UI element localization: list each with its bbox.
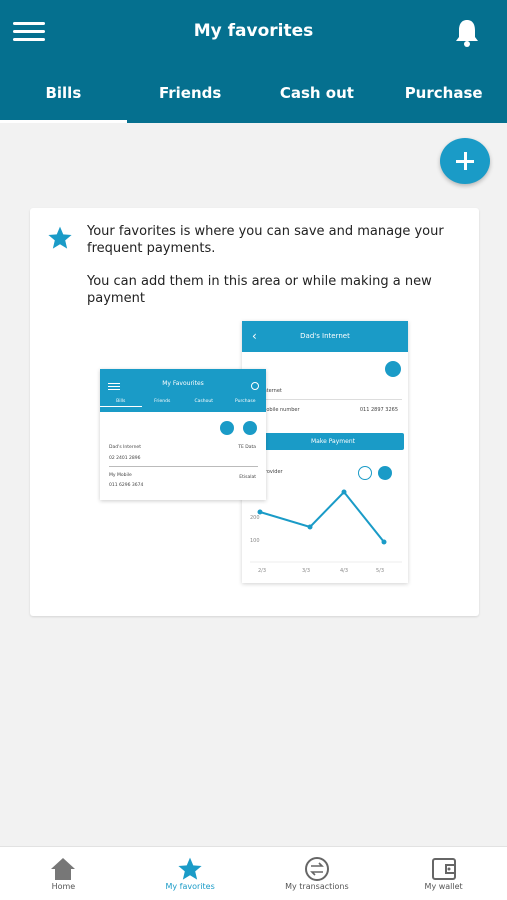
favorites-illustration: ‹ Dad's Internet Internet Mobile number … [100, 321, 410, 586]
illustration-item-number: 011 6296 3674 [109, 483, 144, 488]
y-tick: 100 [250, 538, 260, 544]
illustration-make-payment: Make Payment [262, 433, 404, 450]
nav-my-transactions[interactable]: My transactions [254, 847, 381, 900]
app-header: My favorites Bills Friends Cash out Purc… [0, 0, 507, 123]
divider [109, 466, 258, 467]
chart-icon [378, 466, 392, 480]
home-icon [51, 858, 76, 880]
illustration-row-value: 011 2897 3265 [359, 407, 398, 413]
tab-cash-out[interactable]: Cash out [254, 70, 381, 123]
illustration-item-provider: Etisalat [239, 475, 256, 480]
notification-bell-icon[interactable] [453, 18, 481, 48]
x-tick: 3/3 [302, 568, 310, 574]
nav-my-favorites[interactable]: My favorites [127, 847, 254, 900]
page-title: My favorites [193, 21, 314, 41]
illustration-tab: Purchase [235, 399, 256, 404]
star-icon [48, 226, 72, 249]
bottom-navigation: Home My favorites My transactions My wal… [0, 846, 507, 900]
illustration-tab: Cashout [194, 399, 213, 404]
wallet-icon [431, 858, 456, 880]
transfer-icon [304, 857, 329, 881]
nav-my-wallet[interactable]: My wallet [380, 847, 507, 900]
tab-bills[interactable]: Bills [0, 70, 127, 123]
illustration-favorites-title: My Favourites [162, 380, 204, 387]
x-tick: 5/3 [376, 568, 384, 574]
illustration-item-number: 02 2401 2896 [109, 456, 141, 461]
info-text: Your favorites is where you can save and… [87, 223, 467, 323]
illustration-item-provider: TE Data [238, 445, 256, 450]
notification-bell-icon [251, 382, 259, 390]
illustration-row: Mobile number [262, 407, 300, 413]
illustration-detail-title: Dad's Internet [300, 332, 350, 340]
edit-icon [385, 361, 401, 377]
nav-home[interactable]: Home [0, 847, 127, 900]
star-icon [178, 857, 202, 880]
divider [262, 399, 402, 400]
info-paragraph: You can add them in this area or while m… [87, 274, 432, 306]
nav-label: My favorites [165, 882, 215, 891]
illustration-tab: Bills [100, 399, 142, 407]
back-chevron-icon: ‹ [252, 329, 257, 343]
illustration-detail-header: ‹ Dad's Internet [242, 321, 408, 352]
nav-label: Home [51, 882, 76, 891]
x-tick: 2/3 [258, 568, 266, 574]
illustration-favorites-header: My Favourites Bills Friends Cashout Purc… [100, 369, 266, 412]
illustration-tab: Friends [154, 399, 171, 404]
nav-label: My wallet [424, 882, 463, 891]
favorites-info-card: Your favorites is where you can save and… [30, 208, 479, 616]
y-tick: 200 [250, 515, 260, 521]
info-paragraph: Your favorites is where you can save and… [87, 224, 444, 256]
list-icon [358, 466, 372, 480]
add-favorite-button[interactable] [440, 138, 490, 184]
x-tick: 4/3 [340, 568, 348, 574]
tab-friends[interactable]: Friends [127, 70, 254, 123]
illustration-favorites-screen: My Favourites Bills Friends Cashout Purc… [100, 369, 266, 500]
illustration-detail-screen: ‹ Dad's Internet Internet Mobile number … [242, 321, 408, 583]
tab-purchase[interactable]: Purchase [380, 70, 507, 123]
category-tabs: Bills Friends Cash out Purchase [0, 70, 507, 123]
nav-label: My transactions [285, 882, 349, 891]
card-icon [243, 421, 257, 435]
illustration-line-chart: 300 200 100 2/3 3/3 4/3 5/3 [250, 489, 402, 574]
add-icon [220, 421, 234, 435]
illustration-item-name: Dad's Internet [109, 445, 141, 450]
illustration-tabs: Bills Friends Cashout Purchase [100, 399, 266, 407]
illustration-item-name: My Mobile [109, 473, 132, 478]
